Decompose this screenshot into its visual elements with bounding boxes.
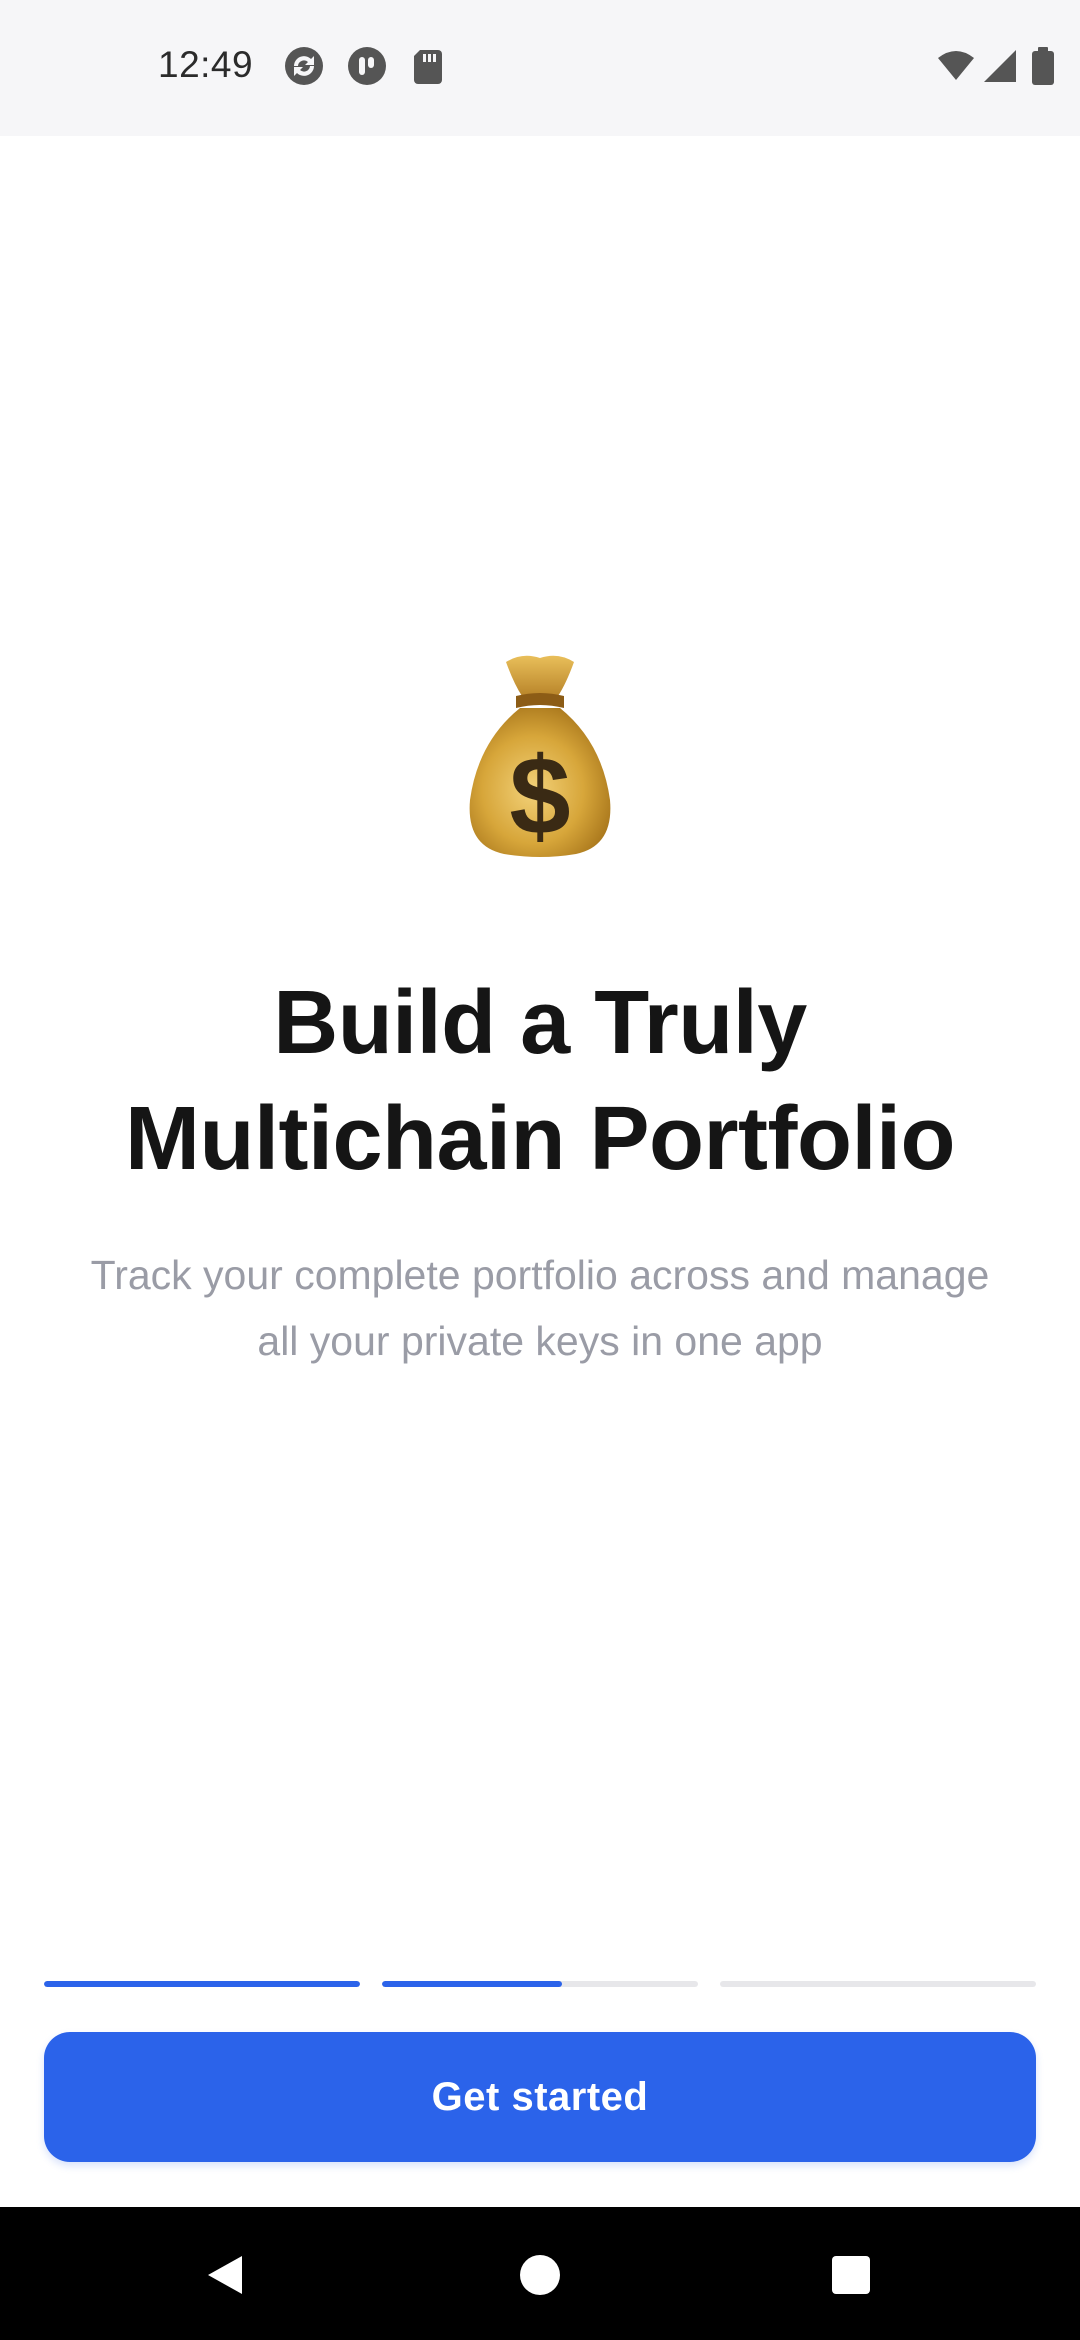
money-bag-icon: $ [460, 650, 620, 860]
progress-segment-1 [44, 1981, 360, 1987]
title-line-1: Build a Truly [273, 973, 807, 1073]
wifi-icon [936, 46, 976, 86]
sync-icon [284, 46, 324, 86]
battery-icon [1028, 46, 1058, 86]
subtitle-line-2: all your private keys in one app [257, 1318, 823, 1364]
progress-segment-3 [720, 1981, 1036, 1987]
home-icon[interactable] [515, 2250, 565, 2300]
status-time: 12:49 [158, 44, 254, 85]
onboarding-screen: 12:49 $ Build a Truly Multichain Portfol… [0, 0, 1080, 2340]
title-line-2: Multichain Portfolio [125, 1089, 955, 1189]
svg-text:$: $ [509, 735, 570, 858]
sd-card-icon [408, 46, 448, 86]
get-started-button[interactable]: Get started [44, 2032, 1036, 2162]
page-title: Build a Truly Multichain Portfolio [60, 965, 1020, 1197]
back-icon[interactable] [200, 2250, 250, 2300]
page-subtitle: Track your complete portfolio across and… [40, 1242, 1040, 1374]
subtitle-line-1: Track your complete portfolio across and… [90, 1252, 990, 1298]
cellular-signal-icon [980, 46, 1020, 86]
progress-segment-2 [382, 1981, 698, 1987]
progress-fill-2 [382, 1981, 563, 1987]
tally-icon [347, 46, 387, 86]
recents-icon[interactable] [826, 2250, 876, 2300]
progress-fill-1 [44, 1981, 360, 1987]
status-bar: 12:49 [0, 0, 1080, 136]
